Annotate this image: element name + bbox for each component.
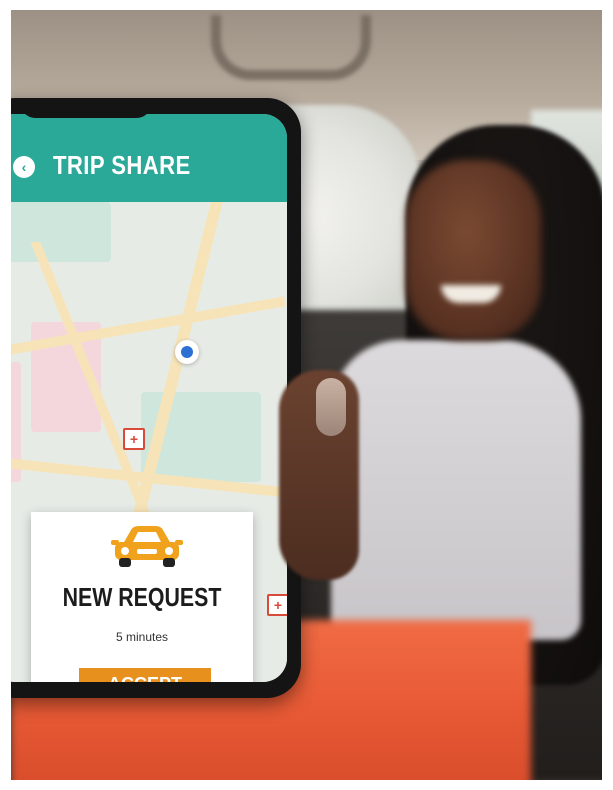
map-view[interactable]: + + + NEW RE — [11, 202, 287, 682]
smartphone: ‹ TRIP SHARE + + + — [11, 98, 301, 698]
grab-handle — [211, 15, 371, 80]
new-request-card: NEW REQUEST 5 minutes ACCEPT — [31, 512, 253, 682]
person-face — [406, 160, 541, 340]
hospital-icon[interactable]: + — [123, 428, 145, 450]
chevron-left-icon[interactable]: ‹ — [13, 156, 35, 178]
hospital-icon[interactable]: + — [267, 594, 287, 616]
person-smile — [441, 285, 501, 303]
app-header: ‹ TRIP SHARE — [11, 114, 287, 202]
accept-button[interactable]: ACCEPT — [79, 668, 211, 682]
car-icon — [111, 526, 183, 567]
request-eta: 5 minutes — [115, 630, 169, 644]
app-title: TRIP SHARE — [53, 150, 191, 180]
phone-notch — [21, 100, 151, 118]
location-dot-icon[interactable] — [175, 340, 199, 364]
person-shirt — [331, 340, 581, 640]
map-park — [11, 202, 111, 262]
thumb-nail — [316, 378, 346, 436]
photo-background: ‹ TRIP SHARE + + + — [11, 10, 602, 780]
request-title: NEW REQUEST — [62, 582, 222, 612]
phone-screen: ‹ TRIP SHARE + + + — [11, 114, 287, 682]
